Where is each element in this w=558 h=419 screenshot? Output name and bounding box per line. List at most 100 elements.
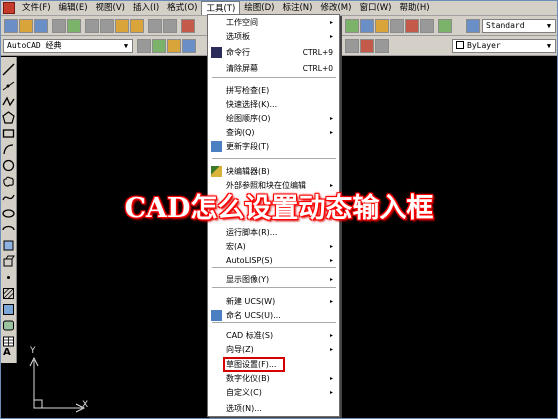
- point-icon[interactable]: [2, 271, 15, 284]
- line-icon[interactable]: [2, 63, 15, 76]
- construction-line-icon[interactable]: [2, 79, 15, 92]
- tool-palettes-icon[interactable]: [375, 19, 389, 33]
- shortcut-text: CTRL+0: [302, 64, 333, 73]
- cut-icon[interactable]: [85, 19, 99, 33]
- menu-item-label: 绘图顺序(O): [226, 114, 271, 123]
- menu-item-palettes[interactable]: 选项板 ▸: [208, 30, 339, 43]
- rectangle-icon[interactable]: [2, 127, 15, 140]
- circle-icon[interactable]: [2, 159, 15, 172]
- pan-icon[interactable]: [181, 19, 195, 33]
- hatch-icon[interactable]: [2, 287, 15, 300]
- layer-combo[interactable]: ByLayer ▼: [452, 39, 556, 53]
- menu-item-customize[interactable]: 自定义(C) ▸: [208, 386, 339, 399]
- calculator-icon[interactable]: [420, 19, 434, 33]
- submenu-arrow-icon: ▸: [329, 375, 333, 382]
- polyline-icon[interactable]: [2, 95, 15, 108]
- workspace-settings-icon[interactable]: [137, 39, 151, 53]
- menu-item-draw-order[interactable]: 绘图顺序(O) ▸: [208, 112, 339, 125]
- revision-cloud-icon[interactable]: [2, 175, 15, 188]
- menu-format[interactable]: 格式(O): [163, 1, 201, 15]
- ellipse-icon[interactable]: [2, 207, 15, 220]
- gradient-icon[interactable]: [2, 303, 15, 316]
- submenu-arrow-icon: ▸: [329, 33, 333, 40]
- chevron-down-icon[interactable]: ▼: [544, 21, 554, 31]
- text-style-combo[interactable]: Standard ▼: [482, 19, 556, 33]
- menu-item-tablet[interactable]: 数字化仪(B) ▸: [208, 372, 339, 385]
- menu-item-label: 命令行: [226, 48, 250, 57]
- layer-previous-icon[interactable]: [182, 39, 196, 53]
- menu-item-command-line[interactable]: 命令行 CTRL+9: [208, 46, 339, 59]
- chevron-down-icon[interactable]: ▼: [121, 41, 131, 51]
- copy-icon[interactable]: [100, 19, 114, 33]
- markup-icon[interactable]: [405, 19, 419, 33]
- command-line-icon: [211, 47, 222, 58]
- menu-item-display-image[interactable]: 显示图像(Y) ▸: [208, 273, 339, 286]
- y-axis-label: Y: [30, 346, 36, 356]
- menu-item-label: 运行脚本(R)...: [226, 228, 278, 237]
- menu-help[interactable]: 帮助(H): [396, 1, 434, 15]
- menu-item-new-ucs[interactable]: 新建 UCS(W) ▸: [208, 295, 339, 308]
- layer-properties-icon[interactable]: [152, 39, 166, 53]
- menu-item-autolisp[interactable]: AutoLISP(S) ▸: [208, 254, 339, 267]
- menu-item-label: 选项板: [226, 32, 250, 41]
- menu-item-workspaces[interactable]: 工作空间 ▸: [208, 16, 339, 29]
- region-icon[interactable]: [2, 319, 15, 332]
- menu-item-options[interactable]: 选项(N)...: [208, 402, 339, 415]
- menu-tools[interactable]: 工具(T): [201, 0, 241, 15]
- layer-color-icon[interactable]: [375, 39, 389, 53]
- save-icon[interactable]: [34, 19, 48, 33]
- submenu-arrow-icon: ▸: [329, 115, 333, 122]
- paste-icon[interactable]: [115, 19, 129, 33]
- layer-state-icon[interactable]: [167, 39, 181, 53]
- polygon-icon[interactable]: [2, 111, 15, 124]
- undo-icon[interactable]: [148, 19, 162, 33]
- plot-icon[interactable]: [52, 19, 66, 33]
- make-current-icon[interactable]: [345, 39, 359, 53]
- multiline-text-icon[interactable]: A: [3, 347, 11, 358]
- menu-item-label: 新建 UCS(W): [226, 297, 276, 306]
- menu-item-label: 向导(Z): [226, 345, 254, 354]
- menu-item-wizards[interactable]: 向导(Z) ▸: [208, 343, 339, 356]
- arc-icon[interactable]: [2, 143, 15, 156]
- menu-item-cad-standards[interactable]: CAD 标准(S) ▸: [208, 329, 339, 342]
- menu-draw[interactable]: 绘图(D): [240, 1, 278, 15]
- menu-item-inquiry[interactable]: 查询(Q) ▸: [208, 126, 339, 139]
- menu-view[interactable]: 视图(V): [92, 1, 129, 15]
- menu-item-update-fields[interactable]: 更新字段(T): [208, 140, 339, 153]
- menu-item-macro[interactable]: 宏(A) ▸: [208, 240, 339, 253]
- menu-item-clean-screen[interactable]: 清除屏幕 CTRL+0: [208, 62, 339, 75]
- redo-icon[interactable]: [163, 19, 177, 33]
- menu-modify[interactable]: 修改(M): [316, 1, 355, 15]
- menu-item-quick-select[interactable]: 快速选择(K)...: [208, 98, 339, 111]
- new-file-icon[interactable]: [4, 19, 18, 33]
- menu-item-block-editor[interactable]: 块编辑器(B): [208, 165, 339, 178]
- menu-item-label: 块编辑器(B): [226, 167, 270, 176]
- design-center-icon[interactable]: [360, 19, 374, 33]
- properties-icon[interactable]: [345, 19, 359, 33]
- ellipse-arc-icon[interactable]: [2, 223, 15, 236]
- menu-separator: [212, 267, 336, 268]
- match-properties-icon[interactable]: [130, 19, 144, 33]
- menu-file[interactable]: 文件(F): [18, 1, 55, 15]
- menu-item-named-ucs[interactable]: 命名 UCS(U)...: [208, 309, 339, 322]
- sheet-set-icon[interactable]: [390, 19, 404, 33]
- layer-value: ByLayer: [467, 41, 501, 50]
- menu-edit[interactable]: 编辑(E): [55, 1, 92, 15]
- layer-prev-icon[interactable]: [360, 39, 374, 53]
- menu-window[interactable]: 窗口(W): [355, 1, 395, 15]
- open-file-icon[interactable]: [19, 19, 33, 33]
- menu-item-run-script[interactable]: 运行脚本(R)...: [208, 226, 339, 239]
- help-icon[interactable]: [438, 19, 452, 33]
- submenu-arrow-icon: ▸: [329, 332, 333, 339]
- app-icon[interactable]: [3, 1, 15, 14]
- insert-block-icon[interactable]: [2, 239, 15, 252]
- menu-dimension[interactable]: 标注(N): [278, 1, 316, 15]
- menu-item-spelling[interactable]: 拼写检查(E): [208, 84, 339, 97]
- make-block-icon[interactable]: [2, 255, 15, 268]
- plot-preview-icon[interactable]: [67, 19, 81, 33]
- workspace-combo[interactable]: AutoCAD 经典 ▼: [3, 39, 133, 53]
- menu-insert[interactable]: 插入(I): [129, 1, 163, 15]
- text-style-icon[interactable]: [466, 19, 480, 33]
- chevron-down-icon[interactable]: ▼: [544, 41, 554, 51]
- spline-icon[interactable]: [2, 191, 15, 204]
